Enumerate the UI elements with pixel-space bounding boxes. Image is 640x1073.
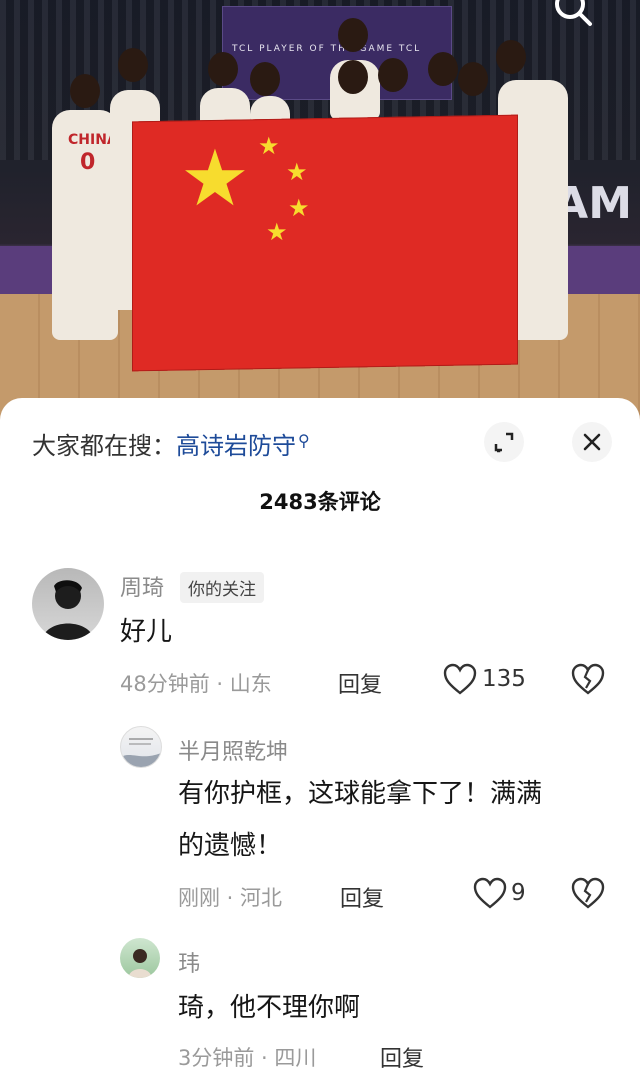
reply-time-location: 刚刚 · 河北: [178, 886, 283, 910]
heart-icon: [473, 877, 507, 909]
team-photo: TCL PLAYER OF THE GAME TCL GAM CHINA 0 ★…: [0, 0, 640, 420]
following-badge: 你的关注: [180, 572, 264, 603]
trending-label: 大家都在搜：: [32, 432, 176, 460]
search-icon[interactable]: [548, 0, 596, 34]
like-button[interactable]: [442, 662, 478, 696]
avatar[interactable]: [32, 568, 104, 640]
comment-sheet: 大家都在搜：高诗岩防守 ⚲ 2483条评论 周琦 你的关注 好儿 48分钟前 · …: [0, 398, 640, 1072]
comment-author[interactable]: 周琦: [120, 570, 164, 602]
like-button[interactable]: [472, 876, 508, 910]
expand-button[interactable]: [484, 422, 524, 462]
player-head: [250, 62, 280, 96]
player-head: [118, 48, 148, 82]
jersey-number: 0: [80, 150, 96, 175]
search-icon: ⚲: [298, 431, 310, 450]
player-head: [428, 52, 458, 86]
avatar[interactable]: [120, 938, 160, 978]
player-head: [338, 60, 368, 94]
trending-term[interactable]: 高诗岩防守: [176, 432, 296, 460]
reply-time-location: 3分钟前 · 四川: [178, 1046, 317, 1070]
expand-icon: [494, 432, 514, 453]
comment-count: 2483条评论: [259, 490, 381, 514]
heart-icon: [443, 663, 477, 695]
player-head: [70, 74, 100, 108]
broken-heart-icon: [571, 877, 605, 909]
player-head: [208, 52, 238, 86]
dislike-button[interactable]: [570, 662, 606, 696]
like-count: 135: [482, 666, 526, 692]
player-head: [338, 18, 368, 52]
flag-small-star-icon: ★: [288, 194, 310, 222]
reply-button[interactable]: 回复: [340, 881, 384, 913]
reply-button[interactable]: 回复: [338, 667, 382, 699]
reply-text-line: 的遗憾！: [178, 831, 283, 861]
reply-text-line: 有你护框，这球能拿下了！满满: [178, 779, 543, 809]
flag-small-star-icon: ★: [286, 158, 308, 186]
flag-small-star-icon: ★: [258, 132, 280, 160]
player-head: [458, 62, 488, 96]
flag-large-star-icon: ★: [180, 134, 250, 224]
like-count: 9: [511, 880, 526, 906]
flag-small-star-icon: ★: [266, 218, 288, 246]
reply-text: 琦，他不理你啊: [178, 993, 361, 1023]
close-button[interactable]: [572, 422, 612, 462]
broken-heart-icon: [571, 663, 605, 695]
comment-text: 好儿: [120, 617, 173, 647]
reply-author[interactable]: 半月照乾坤: [178, 734, 288, 766]
trending-search[interactable]: 大家都在搜：高诗岩防守 ⚲: [32, 426, 310, 461]
close-icon: [583, 433, 601, 451]
player-head: [378, 58, 408, 92]
backdrop-text: TCL PLAYER OF THE GAME TCL: [232, 44, 422, 54]
avatar[interactable]: [120, 726, 162, 768]
reply-author[interactable]: 玮: [178, 946, 200, 978]
player-head: [496, 40, 526, 74]
reply-button[interactable]: 回复: [380, 1041, 424, 1073]
dislike-button[interactable]: [570, 876, 606, 910]
comment-time-location: 48分钟前 · 山东: [120, 672, 272, 696]
